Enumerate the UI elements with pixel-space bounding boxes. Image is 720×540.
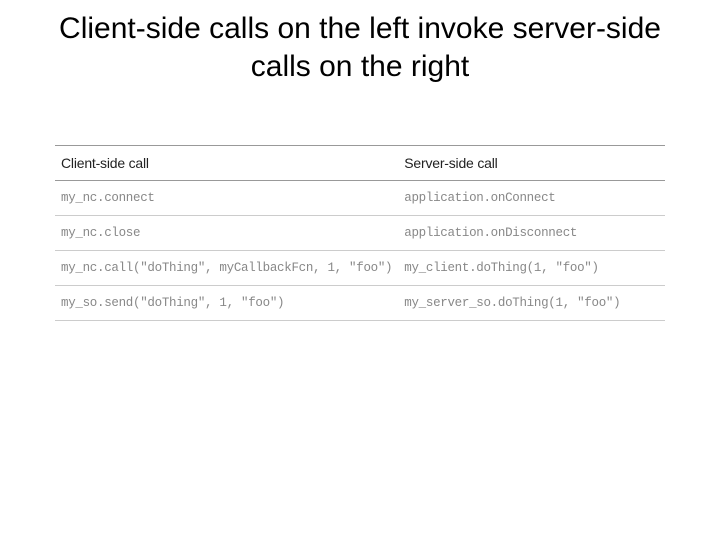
cell-server: my_client.doThing(1, "foo") — [398, 251, 665, 286]
table-row: my_nc.connect application.onConnect — [55, 181, 665, 216]
calls-table: Client-side call Server-side call my_nc.… — [55, 145, 665, 321]
calls-table-wrap: Client-side call Server-side call my_nc.… — [20, 145, 700, 321]
table-row: my_so.send("doThing", 1, "foo") my_serve… — [55, 286, 665, 321]
header-client: Client-side call — [55, 146, 398, 181]
cell-client: my_nc.call("doThing", myCallbackFcn, 1, … — [55, 251, 398, 286]
table-row: my_nc.call("doThing", myCallbackFcn, 1, … — [55, 251, 665, 286]
table-header-row: Client-side call Server-side call — [55, 146, 665, 181]
page-title: Client-side calls on the left invoke ser… — [20, 10, 700, 85]
cell-client: my_so.send("doThing", 1, "foo") — [55, 286, 398, 321]
cell-client: my_nc.connect — [55, 181, 398, 216]
cell-server: my_server_so.doThing(1, "foo") — [398, 286, 665, 321]
table-row: my_nc.close application.onDisconnect — [55, 216, 665, 251]
cell-client: my_nc.close — [55, 216, 398, 251]
cell-server: application.onConnect — [398, 181, 665, 216]
cell-server: application.onDisconnect — [398, 216, 665, 251]
header-server: Server-side call — [398, 146, 665, 181]
